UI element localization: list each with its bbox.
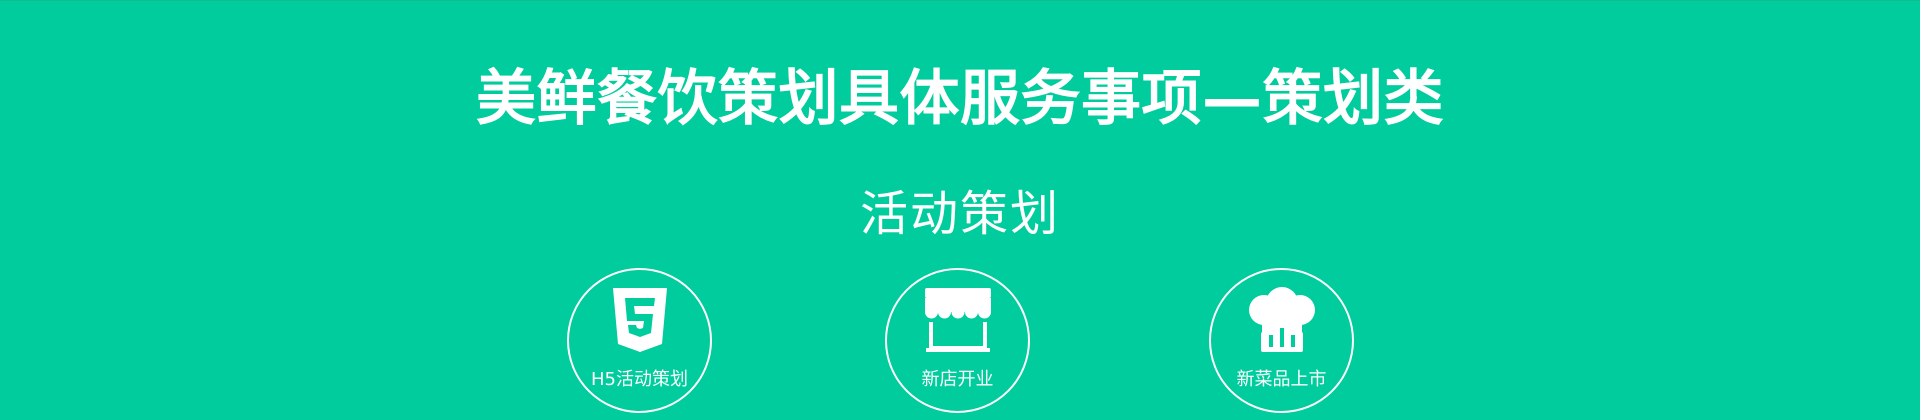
- service-item-new-store-opening[interactable]: 新店开业: [885, 268, 1030, 413]
- service-item-h5-campaign[interactable]: H5活动策划: [567, 268, 712, 413]
- section-subtitle: 活动策划: [859, 186, 1060, 242]
- storefront-icon: [924, 288, 991, 352]
- service-label: 新菜品上市: [1236, 369, 1327, 390]
- html5-icon: [612, 288, 667, 352]
- chef-hat-icon: [1248, 287, 1315, 352]
- service-item-new-dish-launch[interactable]: 新菜品上市: [1209, 268, 1354, 413]
- service-label: 新店开业: [921, 369, 994, 390]
- page-title: 美鲜餐饮策划具体服务事项—策划类: [476, 64, 1444, 134]
- service-label: H5活动策划: [591, 369, 688, 390]
- service-banner: 美鲜餐饮策划具体服务事项—策划类 活动策划 H5活动策划 新店开业 新菜品上市: [0, 0, 1920, 420]
